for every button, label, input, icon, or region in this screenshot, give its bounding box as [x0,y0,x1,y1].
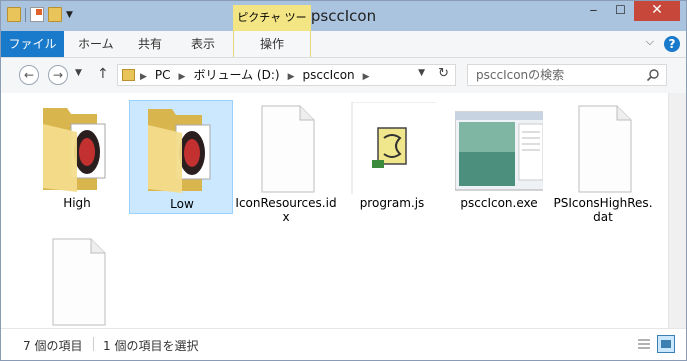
list-item[interactable]: Low [129,100,233,214]
item-label: IconResources.idx [235,196,337,224]
application-icon [455,111,543,191]
large-icons-view-icon[interactable] [657,335,675,353]
picture-tools-header: ピクチャ ツール [233,5,311,50]
file-list: High Low IconResources.idx program.js ps… [1,93,668,328]
breadcrumb: ▶ PC ▶ ボリューム (D:) ▶ psccIcon ▶ [140,65,378,85]
list-item[interactable] [25,233,129,326]
window-controls: ‒ ☐ ✕ [580,1,680,21]
folder-icon [43,108,106,192]
list-item[interactable]: program.js [340,100,444,214]
tab-file[interactable]: ファイル [1,31,64,57]
quick-access-toolbar: ▼ [7,7,73,22]
folder-icon[interactable] [7,7,21,22]
tab-manage[interactable]: 操作 [233,31,311,57]
title-bar: ▼ ピクチャ ツール psccIcon ‒ ☐ ✕ [1,1,686,50]
address-dropdown-icon[interactable]: ▼ [418,68,425,78]
list-item[interactable]: High [25,100,129,214]
refresh-icon[interactable]: ↻ [438,66,449,81]
list-item[interactable]: PSIconsHighRes.dat [551,100,655,224]
item-count: 7 個の項目 [23,339,83,353]
tab-home[interactable]: ホーム [78,31,114,57]
item-label: High [63,196,91,210]
status-bar: 7 個の項目 1 個の項目を選択 [1,328,686,360]
item-label: psccIcon.exe [460,196,538,210]
selection-count: 1 個の項目を選択 [103,339,199,353]
chevron-right-icon[interactable]: ▶ [288,72,295,82]
minimize-button[interactable]: ‒ [580,1,607,21]
up-arrow-icon[interactable]: ↑ [97,66,109,82]
item-label: program.js [359,196,425,210]
chevron-right-icon[interactable]: ▶ [179,72,186,82]
back-button[interactable]: ← [19,65,39,85]
toolbar-separator [25,7,26,22]
chevron-right-icon[interactable]: ▶ [140,72,147,82]
search-icon[interactable] [646,68,660,82]
file-icon [578,105,632,193]
breadcrumb-volume[interactable]: ボリューム (D:) [193,68,279,82]
chevron-right-icon[interactable]: ▶ [363,72,370,82]
script-file-icon [351,102,436,194]
forward-button[interactable]: → [48,65,68,85]
chevron-down-icon[interactable]: ⌵ [646,35,654,49]
breadcrumb-folder[interactable]: psccIcon [303,68,355,82]
file-icon [261,105,315,193]
list-item[interactable]: psccIcon.exe [447,100,551,214]
navigation-bar: ← → ▼ ↑ ▶ PC ▶ ボリューム (D:) ▶ psccIcon ▶ ▼ ↻ [1,58,686,93]
properties-icon[interactable] [30,7,44,22]
address-bar[interactable]: ▶ PC ▶ ボリューム (D:) ▶ psccIcon ▶ ▼ ↻ [117,64,456,86]
breadcrumb-pc[interactable]: PC [155,68,171,82]
search-box[interactable] [467,64,667,86]
search-input[interactable] [476,67,636,83]
customize-toolbar-icon[interactable]: ▼ [66,10,73,20]
folder-icon [148,109,211,193]
item-label: Low [170,197,194,211]
help-icon[interactable]: ? [664,36,680,52]
close-button[interactable]: ✕ [634,1,680,21]
vertical-scrollbar[interactable] [668,93,686,328]
item-label: PSIconsHighRes.dat [553,196,653,224]
maximize-button[interactable]: ☐ [607,1,634,21]
tab-share[interactable]: 共有 [138,31,162,57]
new-folder-icon[interactable] [48,7,62,22]
explorer-window: ▼ ピクチャ ツール psccIcon ‒ ☐ ✕ ファイル ホーム 共有 表示… [0,0,687,361]
ribbon-tabs: ファイル ホーム 共有 表示 操作 ⌵ ? [1,31,686,58]
recent-locations-icon[interactable]: ▼ [75,68,82,78]
details-view-icon[interactable] [635,335,653,353]
status-divider [93,337,94,351]
folder-icon [122,69,135,81]
list-item[interactable]: IconResources.idx [234,100,338,224]
tab-view[interactable]: 表示 [191,31,215,57]
file-icon [52,238,106,326]
